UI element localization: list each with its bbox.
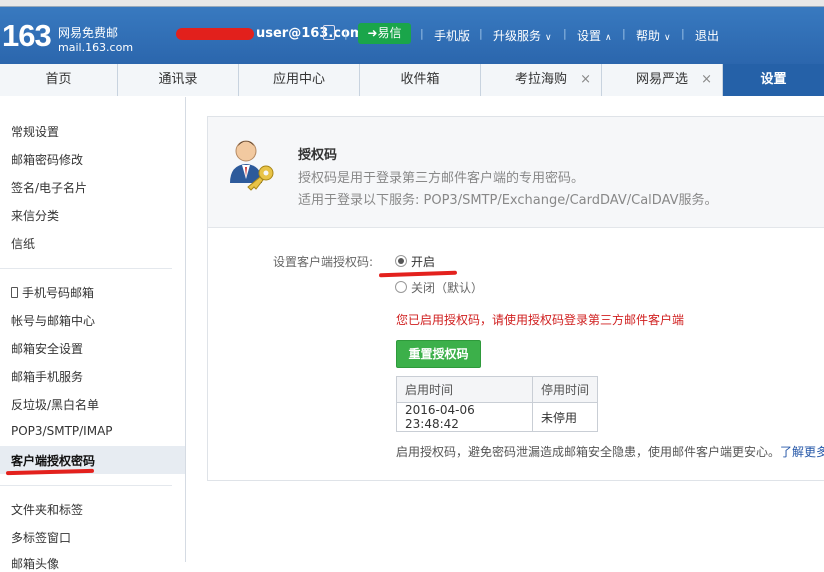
help-menu-label: 帮助 — [636, 29, 661, 43]
radio-disable[interactable] — [395, 281, 407, 293]
chevron-down-icon: ∨ — [664, 33, 671, 43]
top-header: 163 网易免费邮 mail.163.com user@163.com∨ | ➜… — [0, 0, 824, 64]
annotation-underline — [5, 468, 95, 476]
footer-note: 启用授权码，避免密码泄漏造成邮箱安全隐患，使用邮件客户端更安心。了解更多 — [396, 443, 824, 460]
reset-auth-code-button[interactable]: 重置授权码 — [396, 340, 481, 368]
tab-kaola-label: 考拉海购 — [514, 72, 567, 87]
tab-yanxuan-label: 网易严选 — [635, 72, 688, 87]
mobile-version-link[interactable]: 手机版 — [434, 27, 470, 44]
redaction-mark — [176, 27, 254, 40]
tab-kaola[interactable]: 考拉海购 × — [481, 64, 602, 96]
auth-description: 授权码是用于登录第三方邮件客户端的专用密码。 — [298, 171, 585, 186]
chevron-up-icon: ∧ — [605, 33, 612, 43]
settings-sidebar: 常规设置 邮箱密码修改 签名/电子名片 来信分类 信纸 手机号码邮箱 帐号与邮箱… — [0, 97, 186, 571]
column-header: 停用时间 — [532, 376, 598, 403]
settings-menu-link[interactable]: 设置 ∧ — [577, 27, 612, 44]
sidebar-item-security[interactable]: 邮箱安全设置 — [11, 340, 83, 357]
disabled-time: 未停用 — [532, 402, 598, 432]
sidebar-item-antispam[interactable]: 反垃圾/黑白名单 — [11, 396, 99, 413]
sidebar-item-signature[interactable]: 签名/电子名片 — [11, 179, 87, 196]
setting-label: 设置客户端授权码: — [273, 255, 374, 269]
enabled-notice: 您已启用授权码，请使用授权码登录第三方邮件客户端 — [396, 313, 685, 327]
logout-link[interactable]: 退出 — [695, 27, 719, 44]
option-enable-label[interactable]: 开启 — [411, 253, 435, 270]
close-icon[interactable]: × — [580, 64, 591, 96]
sidebar-item-multitab[interactable]: 多标签窗口 — [11, 529, 71, 546]
sidebar-divider — [0, 268, 172, 269]
sidebar-item-folders[interactable]: 文件夹和标签 — [11, 501, 83, 518]
phone-icon[interactable] — [323, 25, 335, 40]
sidebar-item-phone-mailbox[interactable]: 手机号码邮箱 — [11, 284, 94, 301]
sidebar-divider — [0, 485, 172, 486]
auth-services: 适用于登录以下服务: POP3/SMTP/Exchange/CardDAV/Ca… — [298, 193, 718, 208]
sidebar-item-pop3[interactable]: POP3/SMTP/IMAP — [11, 424, 113, 438]
logo-domain: mail.163.com — [58, 41, 134, 54]
logo-title: 网易免费邮 — [58, 26, 119, 40]
sidebar-item-account-center[interactable]: 帐号与邮箱中心 — [11, 312, 95, 329]
tab-home[interactable]: 首页 — [0, 64, 118, 96]
upgrade-service-link[interactable]: 升级服务 ∨ — [493, 27, 552, 44]
sidebar-item-client-auth[interactable]: 客户端授权密码 — [11, 452, 95, 469]
settings-menu-label: 设置 — [577, 29, 602, 43]
yixin-button[interactable]: ➜易信 — [358, 23, 411, 44]
tab-inbox[interactable]: 收件箱 — [360, 64, 481, 96]
sidebar-item-avatar[interactable]: 邮箱头像 — [11, 555, 59, 572]
radio-enable[interactable] — [395, 255, 407, 267]
column-header: 启用时间 — [396, 376, 533, 403]
sidebar-item-stationery[interactable]: 信纸 — [11, 235, 35, 252]
yixin-icon: ➜ — [367, 26, 378, 40]
enabled-time: 2016-04-06 23:48:42 — [396, 402, 533, 432]
tab-settings[interactable]: 设置 — [723, 64, 824, 96]
help-menu-link[interactable]: 帮助 ∨ — [636, 27, 671, 44]
upgrade-service-label: 升级服务 — [493, 29, 542, 43]
sidebar-item-mobile-service[interactable]: 邮箱手机服务 — [11, 368, 83, 385]
footer-text: 启用授权码，避免密码泄漏造成邮箱安全隐患，使用邮件客户端更安心。 — [396, 445, 781, 459]
chevron-down-icon: ∨ — [545, 33, 552, 43]
tab-app-center[interactable]: 应用中心 — [239, 64, 360, 96]
sidebar-item-label: 手机号码邮箱 — [22, 286, 95, 300]
auth-time-table: 启用时间 停用时间 2016-04-06 23:48:42 未停用 — [396, 376, 598, 432]
close-icon[interactable]: × — [701, 64, 712, 96]
tab-bar: 首页 通讯录 应用中心 收件箱 考拉海购 × 网易严选 × 设置 — [0, 64, 824, 96]
tab-contacts[interactable]: 通讯录 — [118, 64, 239, 96]
auth-title: 授权码 — [298, 148, 338, 163]
sidebar-item-general[interactable]: 常规设置 — [11, 123, 59, 140]
sidebar-item-filters[interactable]: 来信分类 — [11, 207, 59, 224]
sidebar-item-password[interactable]: 邮箱密码修改 — [11, 151, 83, 168]
logo-number[interactable]: 163 — [2, 18, 52, 54]
phone-icon — [11, 287, 18, 298]
tab-yanxuan[interactable]: 网易严选 × — [602, 64, 723, 96]
learn-more-link[interactable]: 了解更多 — [780, 445, 824, 459]
browser-strip — [0, 0, 824, 7]
yixin-label: 易信 — [377, 26, 402, 40]
auth-info-box: 授权码 授权码是用于登录第三方邮件客户端的专用密码。 适用于登录以下服务: PO… — [208, 117, 824, 228]
option-disable-label[interactable]: 关闭（默认） — [411, 279, 483, 296]
user-key-icon — [230, 140, 274, 191]
